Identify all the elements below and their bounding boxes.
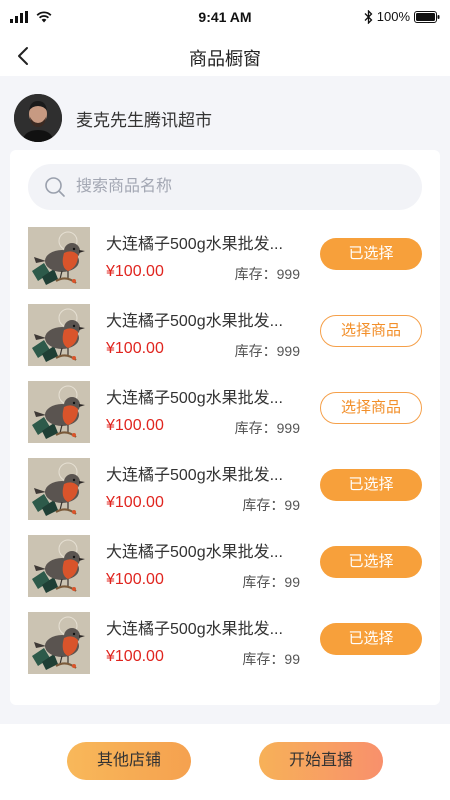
product-title: 大连橘子500g水果批发... <box>106 467 283 484</box>
product-item: 大连橘子500g水果批发... ¥100.00 库存：99 已选择 <box>10 456 440 532</box>
product-item: 大连橘子500g水果批发... ¥100.00 库存：999 选择商品 <box>10 302 440 378</box>
start-live-button[interactable]: 开始直播 <box>259 742 383 780</box>
product-item: 大连橘子500g水果批发... ¥100.00 库存：99 已选择 <box>10 533 440 609</box>
search-input[interactable] <box>76 164 406 210</box>
product-item: 大连橘子500g水果批发... ¥100.00 库存：999 选择商品 <box>10 379 440 455</box>
product-title: 大连橘子500g水果批发... <box>106 236 283 253</box>
product-price: ¥100.00 <box>106 340 164 357</box>
robin-bird-image-icon <box>28 458 90 520</box>
product-price: ¥100.00 <box>106 648 164 665</box>
product-item: 大连橘子500g水果批发... ¥100.00 库存：99 已选择 <box>10 610 440 686</box>
product-stock: 库存：99 <box>242 651 300 667</box>
robin-bird-image-icon <box>28 535 90 597</box>
product-price: ¥100.00 <box>106 494 164 511</box>
robin-bird-image-icon <box>28 612 90 674</box>
avatar-portrait-icon <box>14 94 62 142</box>
battery-percent: 100% <box>376 9 410 24</box>
product-thumbnail <box>28 381 90 443</box>
bottom-action-bar: 其他店铺 开始直播 <box>0 724 450 800</box>
search-icon <box>45 177 65 197</box>
product-stock: 库存：99 <box>242 497 300 513</box>
select-product-button[interactable]: 选择商品 <box>320 392 422 424</box>
product-stock: 库存：999 <box>234 343 300 359</box>
shop-header: 麦克先生腾讯超市 <box>0 76 450 148</box>
product-price: ¥100.00 <box>106 417 164 434</box>
nav-bar: 商品橱窗 <box>0 36 450 76</box>
shop-name: 麦克先生腾讯超市 <box>76 111 212 130</box>
product-item: 大连橘子500g水果批发... ¥100.00 库存：999 已选择 <box>10 225 440 301</box>
product-price: ¥100.00 <box>106 571 164 588</box>
product-title: 大连橘子500g水果批发... <box>106 544 283 561</box>
product-thumbnail <box>28 535 90 597</box>
product-thumbnail <box>28 458 90 520</box>
battery-icon <box>414 10 440 23</box>
robin-bird-image-icon <box>28 227 90 289</box>
product-stock: 库存：99 <box>242 574 300 590</box>
other-shops-button[interactable]: 其他店铺 <box>67 742 191 780</box>
product-stock: 库存：999 <box>234 420 300 436</box>
status-bar: 9:41 AM 100% <box>0 0 450 36</box>
status-right: 100% <box>364 9 440 24</box>
selected-button[interactable]: 已选择 <box>320 546 422 578</box>
product-thumbnail <box>28 612 90 674</box>
product-title: 大连橘子500g水果批发... <box>106 313 283 330</box>
selected-button[interactable]: 已选择 <box>320 623 422 655</box>
product-price: ¥100.00 <box>106 263 164 280</box>
robin-bird-image-icon <box>28 381 90 443</box>
product-stock: 库存：999 <box>234 266 300 282</box>
select-product-button[interactable]: 选择商品 <box>320 315 422 347</box>
selected-button[interactable]: 已选择 <box>320 469 422 501</box>
robin-bird-image-icon <box>28 304 90 366</box>
search-bar[interactable] <box>28 164 422 210</box>
selected-button[interactable]: 已选择 <box>320 238 422 270</box>
avatar <box>14 94 62 142</box>
product-card: 大连橘子500g水果批发... ¥100.00 库存：999 已选择 大连橘子5… <box>10 150 440 705</box>
product-thumbnail <box>28 304 90 366</box>
page-title: 商品橱窗 <box>189 49 261 69</box>
bluetooth-icon <box>364 9 373 24</box>
product-title: 大连橘子500g水果批发... <box>106 390 283 407</box>
product-title: 大连橘子500g水果批发... <box>106 621 283 638</box>
product-thumbnail <box>28 227 90 289</box>
